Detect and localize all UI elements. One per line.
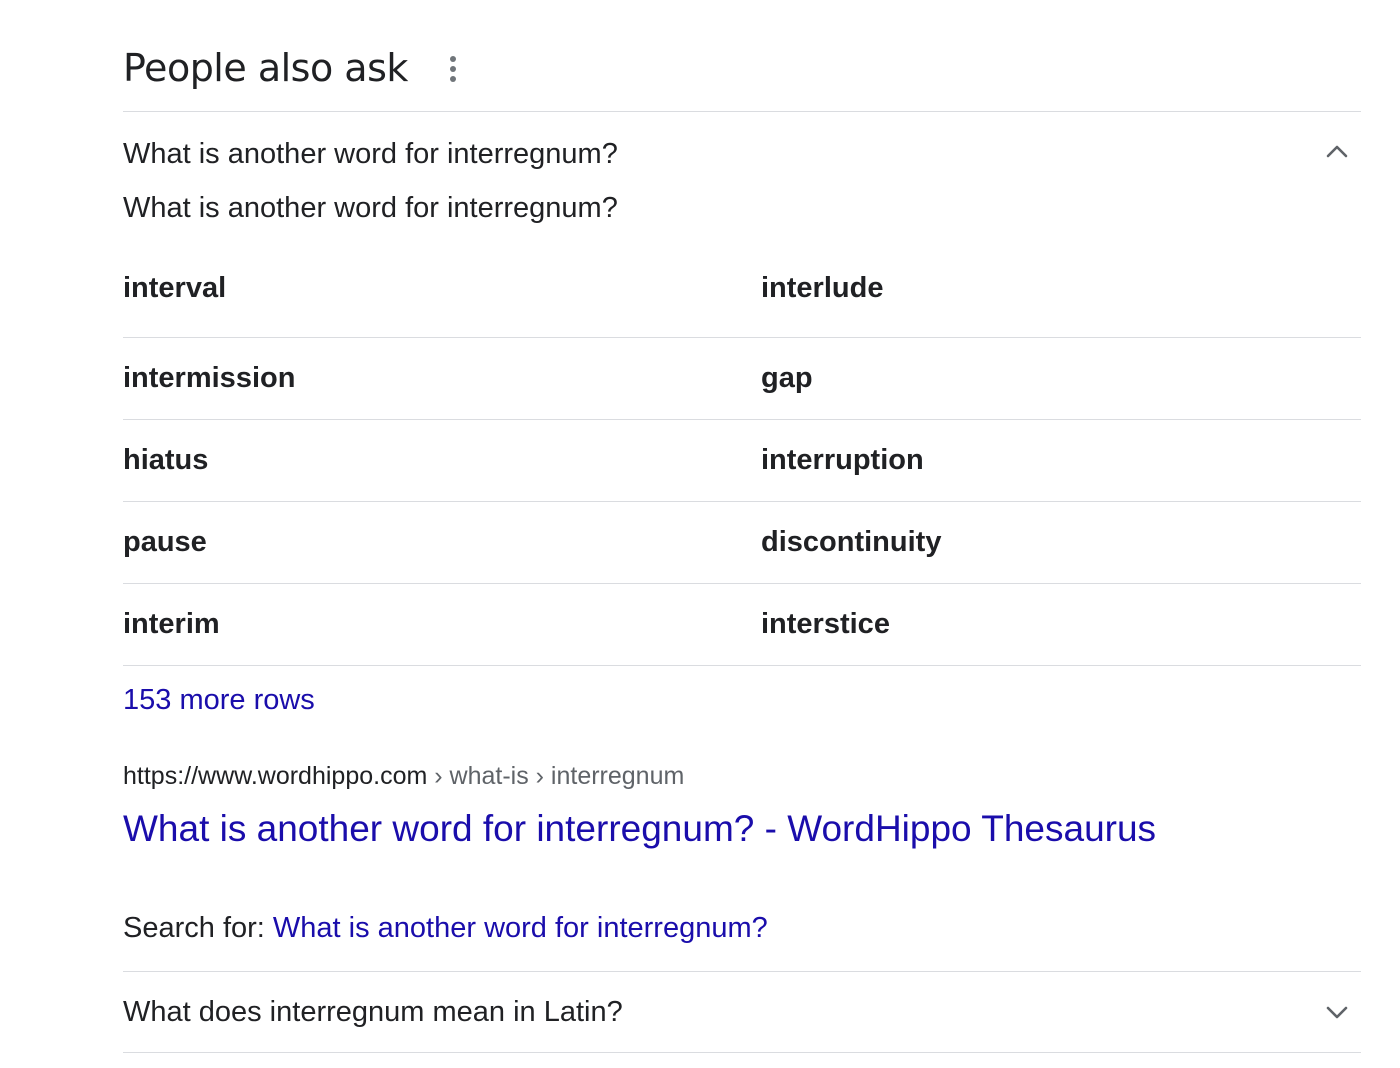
synonym-cell: intermission	[123, 362, 296, 394]
source-path: › what-is › interregnum	[427, 762, 685, 790]
more-vert-icon[interactable]	[441, 54, 465, 84]
chevron-down-icon	[1326, 1006, 1348, 1019]
kebab-dot	[450, 76, 456, 82]
divider	[123, 1052, 1361, 1053]
paa-title: People also ask	[123, 46, 408, 90]
synonym-cell: interruption	[761, 444, 924, 476]
chevron-up-icon	[1326, 145, 1348, 158]
synonym-cell: discontinuity	[761, 526, 942, 558]
people-also-ask: People also ask What is another word for…	[123, 0, 1361, 1053]
synonym-cell: interstice	[761, 608, 890, 640]
source-breadcrumb: https://www.wordhippo.com › what-is › in…	[123, 760, 684, 792]
synonym-cell: interval	[123, 272, 227, 304]
answer-heading: What is another word for interregnum?	[123, 192, 618, 224]
result-title-link[interactable]: What is another word for interregnum? - …	[123, 806, 1156, 852]
question-toggle-expanded[interactable]: What is another word for interregnum?	[123, 112, 1361, 192]
search-for-label: Search for:	[123, 912, 273, 944]
search-for-link[interactable]: What is another word for interregnum?	[273, 912, 768, 944]
synonym-cell: interim	[123, 608, 220, 640]
table-row: hiatus interruption	[123, 420, 1361, 502]
source-url: https://www.wordhippo.com	[123, 762, 428, 790]
more-rows-link[interactable]: 153 more rows	[123, 682, 315, 718]
synonym-cell: gap	[761, 362, 813, 394]
table-row: intermission gap	[123, 338, 1361, 420]
paa-header: People also ask	[123, 0, 1361, 112]
synonym-cell: pause	[123, 526, 207, 558]
synonym-cell: interlude	[761, 272, 884, 304]
table-row: interval interlude	[123, 248, 1361, 338]
synonym-table: interval interlude intermission gap hiat…	[123, 248, 1361, 666]
kebab-dot	[450, 56, 456, 62]
question-text: What does interregnum mean in Latin?	[123, 996, 623, 1028]
question-toggle-collapsed[interactable]: What does interregnum mean in Latin?	[123, 972, 1361, 1052]
table-row: pause discontinuity	[123, 502, 1361, 584]
synonym-cell: hiatus	[123, 444, 209, 476]
table-row: interim interstice	[123, 584, 1361, 666]
kebab-dot	[450, 66, 456, 72]
search-for: Search for: What is another word for int…	[123, 910, 768, 946]
question-text: What is another word for interregnum?	[123, 138, 618, 170]
